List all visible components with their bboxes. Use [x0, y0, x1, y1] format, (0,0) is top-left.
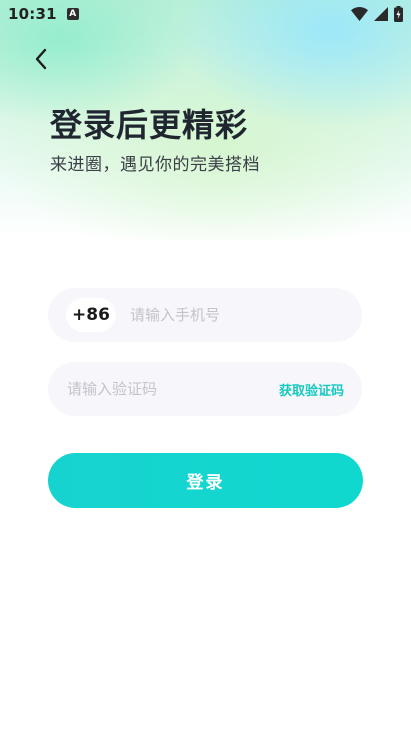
login-button[interactable]: 登录	[48, 453, 363, 508]
get-code-button[interactable]: 获取验证码	[279, 380, 344, 399]
wifi-icon	[351, 7, 368, 21]
verification-code-input[interactable]	[67, 380, 257, 398]
phone-input[interactable]	[130, 306, 350, 324]
country-code-selector[interactable]: +86	[66, 298, 116, 332]
battery-icon	[394, 6, 403, 22]
notification-a-icon: A	[66, 8, 79, 20]
status-icons	[351, 6, 403, 22]
signal-icon	[374, 7, 388, 21]
page-title: 登录后更精彩	[50, 106, 249, 144]
status-time: 10:31	[8, 5, 57, 23]
status-bar: 10:31 A	[0, 0, 411, 28]
verification-code-field[interactable]: 获取验证码	[48, 362, 362, 416]
back-button[interactable]	[26, 44, 56, 74]
phone-field[interactable]: +86	[48, 288, 362, 342]
chevron-left-icon	[35, 48, 47, 70]
page-subtitle: 来进圈，遇见你的完美搭档	[50, 155, 260, 175]
